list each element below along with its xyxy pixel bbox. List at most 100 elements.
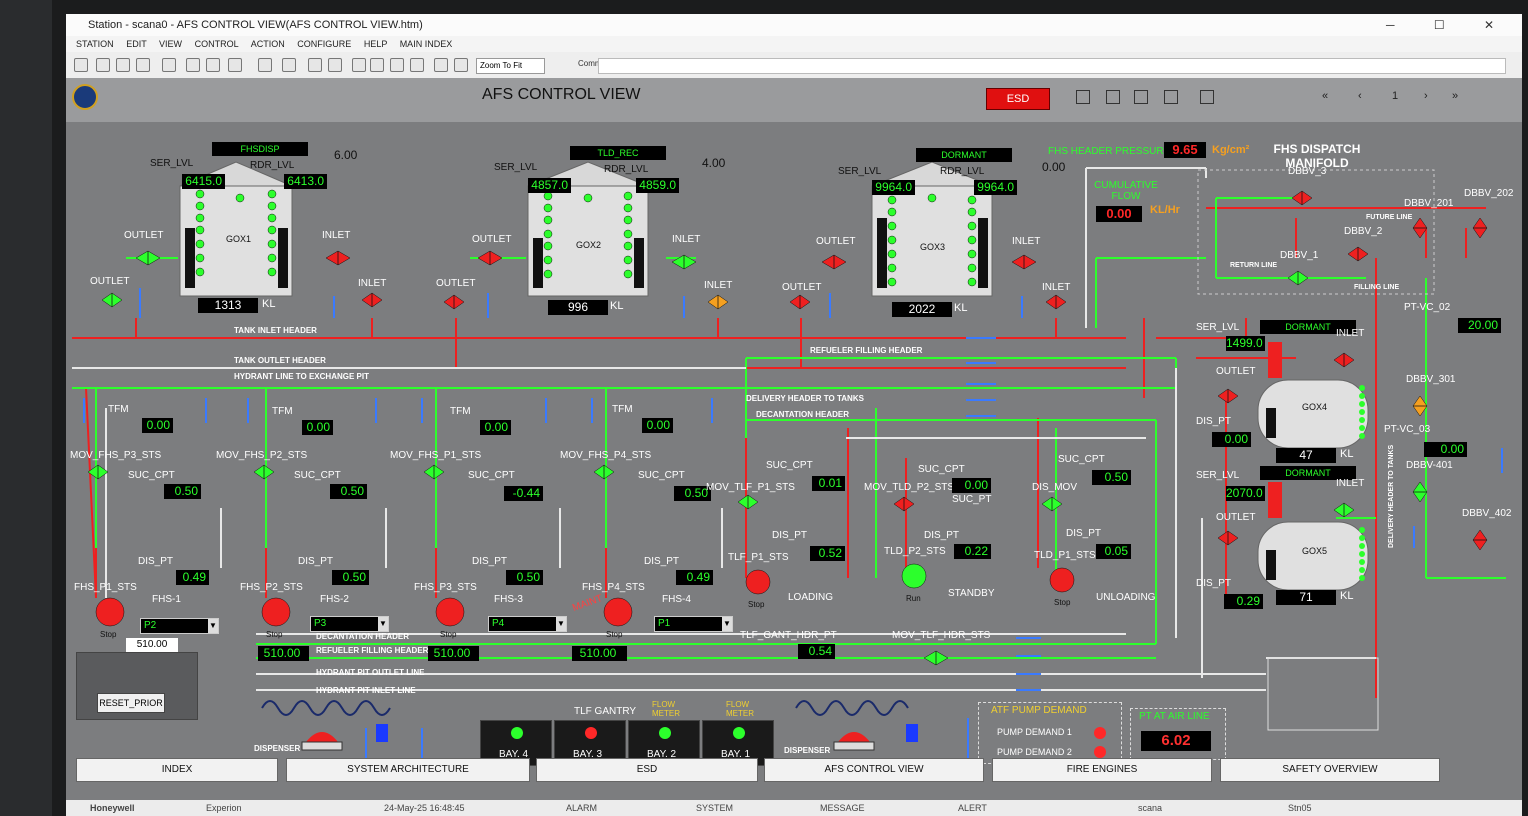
tab-esd[interactable]: ESD — [536, 758, 758, 782]
reset-panel: RESET_PRIOR — [76, 652, 198, 720]
tank2-rdr-lvl-label: RDR_LVL — [604, 164, 649, 175]
status-message[interactable]: MESSAGE — [820, 800, 865, 816]
tank2-unit: KL — [610, 300, 624, 312]
atf-pump-demand-label: ATF PUMP DEMAND — [991, 705, 1087, 716]
power-icon[interactable] — [434, 58, 448, 72]
future-line-label: FUTURE LINE — [1366, 214, 1413, 221]
window-controls[interactable]: ─ ☐ ✕ — [1386, 14, 1512, 36]
window2-icon[interactable] — [206, 58, 220, 72]
tab-fire-engines[interactable]: FIRE ENGINES — [992, 758, 1212, 782]
fhs3-name: FHS-3 — [494, 594, 523, 605]
menu-control[interactable]: CONTROL — [195, 39, 239, 49]
tab-safety-overview[interactable]: SAFETY OVERVIEW — [1220, 758, 1440, 782]
fhs1-tfm: 0.00 — [142, 418, 173, 433]
menu-action[interactable]: ACTION — [251, 39, 285, 49]
alarm-icon[interactable] — [96, 58, 110, 72]
status-alarm[interactable]: ALARM — [566, 800, 597, 816]
display-icon[interactable] — [162, 58, 176, 72]
gox4-dis-pt: 0.00 — [1212, 432, 1251, 447]
fhs-header-pressure-label: FHS HEADER PRESSURE — [1048, 146, 1171, 157]
pt-vc-03-label: PT-VC_03 — [1384, 424, 1431, 435]
fhs2-state: Stop — [266, 630, 283, 639]
cut-icon[interactable] — [308, 58, 322, 72]
cancel-icon[interactable] — [410, 58, 424, 72]
tlf1-sts-label: TLF_P1_STS — [728, 552, 789, 563]
fhs4-tfm: 0.00 — [642, 418, 673, 433]
delivery-header-to-tanks-label: DELIVERY HEADER TO TANKS — [1388, 444, 1395, 548]
back-icon[interactable] — [228, 58, 242, 72]
gox4-unit: KL — [1340, 448, 1354, 460]
gox4-ser-lvl-label: SER_LVL — [1196, 322, 1240, 333]
fhs4-mov-label: MOV_FHS_P4_STS — [560, 450, 652, 461]
down-icon[interactable] — [370, 58, 384, 72]
menu-main-index[interactable]: MAIN INDEX — [400, 39, 453, 49]
tank1-name: GOX1 — [226, 234, 252, 244]
fhs3-mov-label: MOV_FHS_P1_STS — [390, 450, 482, 461]
menu-station[interactable]: STATION — [76, 39, 114, 49]
dbbv-1-label: DBBV_1 — [1280, 250, 1319, 261]
tlf3-dis: 0.05 — [1096, 544, 1131, 559]
home-icon[interactable] — [74, 58, 88, 72]
print-icon[interactable] — [136, 58, 150, 72]
status-alert[interactable]: ALERT — [958, 800, 987, 816]
fhs4-sts-label: FHS_P4_STS — [582, 582, 645, 593]
status-server: scana — [1138, 803, 1163, 813]
tlf2-sts-label: TLD_P2_STS — [884, 546, 946, 557]
fhs2-select[interactable]: P3 ▼ — [310, 616, 389, 632]
tlf1-suc-label: SUC_CPT — [766, 460, 813, 471]
fhs1-suc: 0.50 — [164, 484, 201, 499]
tab-afs-control-view[interactable]: AFS CONTROL VIEW — [764, 758, 984, 782]
fhs3-tfm: 0.00 — [480, 420, 511, 435]
tank3-inlet-label: INLET — [1012, 236, 1041, 247]
menu-edit[interactable]: EDIT — [126, 39, 146, 49]
tlf1-suc: 0.01 — [812, 476, 845, 491]
filling-line-label: FILLING LINE — [1354, 284, 1400, 291]
tab-system-architecture[interactable]: SYSTEM ARCHITECTURE — [286, 758, 530, 782]
tlf3-suc-label: SUC_CPT — [1058, 454, 1105, 465]
refueler-filling-header-label: REFUELER FILLING HEADER — [810, 346, 923, 355]
menu-view[interactable]: VIEW — [159, 39, 182, 49]
gox5-volume: 71 — [1276, 590, 1336, 605]
fhs1-name: FHS-1 — [152, 594, 181, 605]
gox5-outlet-label: OUTLET — [1216, 512, 1256, 523]
fhs3-select-value: P4 — [492, 618, 505, 629]
cumulative-flow-label: CUMULATIVE FLOW — [1094, 180, 1158, 202]
fhs3-header-flow: 510.00 — [572, 646, 627, 661]
command-input[interactable] — [598, 58, 1506, 74]
fhs4-select[interactable]: P1 ▼ — [654, 616, 733, 632]
trend-icon[interactable] — [328, 58, 342, 72]
tank2-volume: 996 — [548, 300, 608, 315]
tlf3-state: Stop — [1054, 598, 1071, 607]
status-datetime: 24-May-25 16:48:45 — [384, 803, 465, 813]
forward-icon[interactable] — [258, 58, 272, 72]
reset-prior-button[interactable]: RESET_PRIOR — [97, 693, 165, 713]
fhs1-state: Stop — [100, 630, 117, 639]
decantation-header-label: DECANTATION HEADER — [756, 410, 850, 419]
dispenser-label-1: DISPENSER — [254, 744, 301, 753]
bay-3-lamp — [585, 727, 597, 739]
tlf3-mov-label: DIS_MOV — [1032, 482, 1078, 493]
menu-configure[interactable]: CONFIGURE — [297, 39, 351, 49]
status-system[interactable]: SYSTEM — [696, 800, 733, 816]
bay-1-lamp — [733, 727, 745, 739]
gox5-inlet-label: INLET — [1336, 478, 1365, 489]
tool-icon[interactable] — [116, 58, 130, 72]
zoom-select[interactable]: Zoom To Fit — [476, 58, 545, 74]
tlf3-sts-label: TLD_P1_STS — [1034, 550, 1096, 561]
window-icon[interactable] — [186, 58, 200, 72]
status-honeywell: Honeywell — [90, 803, 135, 813]
fhs2-dis-label: DIS_PT — [298, 556, 334, 567]
tank2-ser-lvl-label: SER_LVL — [494, 162, 538, 173]
fhs1-select[interactable]: P2 ▼ — [140, 618, 219, 634]
tank1-setpoint: 6.00 — [334, 148, 358, 162]
tank1-ser-lvl: 6415.0 — [182, 174, 225, 189]
menu-help[interactable]: HELP — [364, 39, 387, 49]
fhs3-state: Stop — [440, 630, 457, 639]
up-icon[interactable] — [352, 58, 366, 72]
tab-index[interactable]: INDEX — [76, 758, 278, 782]
gox4-inlet-label: INLET — [1336, 328, 1365, 339]
zoom-icon[interactable] — [454, 58, 468, 72]
fhs3-select[interactable]: P4 ▼ — [488, 616, 567, 632]
check-icon[interactable] — [390, 58, 404, 72]
refresh-icon[interactable] — [282, 58, 296, 72]
